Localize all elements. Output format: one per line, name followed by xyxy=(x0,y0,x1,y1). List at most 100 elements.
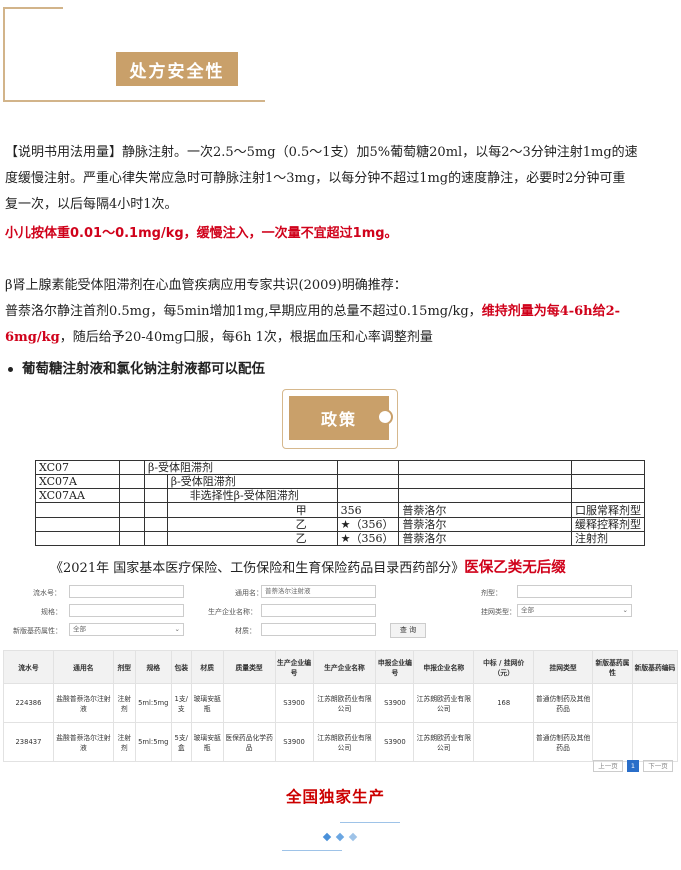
col-header: 申报企业名称 xyxy=(413,650,475,684)
compatibility-bullet: 葡萄糖注射液和氯化钠注射液都可以配伍 xyxy=(8,357,265,381)
consensus-line-1: β肾上腺素能受体阻滞剂在心血管疾病应用专家共识(2009)明确推荐： xyxy=(5,278,407,293)
atc-class: β-受体阻滞剂 xyxy=(143,459,338,476)
cell: 普通仿制药及其他药品 xyxy=(533,722,594,762)
generic-label: 通用名： xyxy=(235,589,263,597)
cell: 江苏朗欧药业有限公司 xyxy=(413,722,475,762)
atc-cell xyxy=(571,474,645,490)
col-header: 剂型 xyxy=(112,650,136,684)
cell: 江苏朗欧药业有限公司 xyxy=(413,683,475,723)
dosage-label: 剂型： xyxy=(481,589,502,597)
listing-select[interactable]: 全部 ⌄ xyxy=(517,604,632,617)
table-row[interactable]: 238437 盐酸普萘洛尔注射液 注射剂 5ml:5mg 5支/盒 玻璃安瓿瓶 … xyxy=(3,722,679,762)
dosage-input[interactable] xyxy=(517,585,632,598)
next-page-button[interactable]: 下一页 xyxy=(643,760,673,772)
col-header: 申报企业编号 xyxy=(375,650,415,684)
col-header: 通用名 xyxy=(52,650,114,684)
col-header: 流水号 xyxy=(3,650,54,684)
cell: 医保药品化学药品 xyxy=(222,722,276,762)
cell: 江苏朗欧药业有限公司 xyxy=(312,683,377,723)
spec-input[interactable] xyxy=(69,604,184,617)
cell: S3900 xyxy=(375,722,415,762)
deco-line-top xyxy=(340,822,400,823)
atc-cell xyxy=(118,502,145,518)
manufacturer-input[interactable] xyxy=(261,604,376,617)
dosage-line-2: 度缓慢注射。严重心律失常应急时可静脉注射1～3mg，以每分钟不超过1mg的速度静… xyxy=(5,171,626,186)
atc-class: 非选择性β-受体阻滞剂 xyxy=(166,488,338,504)
col-header: 新版基药属性 xyxy=(592,650,633,684)
cell: 普通仿制药及其他药品 xyxy=(533,683,594,723)
chevron-down-icon: ⌄ xyxy=(622,606,628,614)
query-button[interactable]: 查 询 xyxy=(390,623,426,638)
atc-row: XC07AA 非选择性β-受体阻滞剂 xyxy=(35,488,645,504)
dosage-line-1: 【说明书用法用量】静脉注射。一次2.5～5mg（0.5～1支）加5%葡萄糖20m… xyxy=(5,145,638,160)
caption-highlight: 医保乙类无后缀 xyxy=(464,559,566,576)
atc-cell xyxy=(143,474,168,490)
col-header: 生产企业名称 xyxy=(312,650,377,684)
consensus-line-3: 6mg/kg，随后给予20-40mg口服，每6h 1次，根据血压和心率调整剂量 xyxy=(5,325,677,351)
atc-cell xyxy=(118,516,145,532)
result-table: 流水号 通用名 剂型 规格 包装 材质 质量类型 生产企业编号 生产企业名称 申… xyxy=(3,650,679,762)
material-input[interactable] xyxy=(261,623,376,636)
cell: 盐酸普萘洛尔注射液 xyxy=(52,722,114,762)
diamond-icon xyxy=(335,832,345,842)
cell: 玻璃安瓿瓶 xyxy=(190,722,224,762)
atc-cell xyxy=(118,459,145,476)
consensus-line-3-text: ，随后给予20-40mg口服，每6h 1次，根据血压和心率调整剂量 xyxy=(59,330,433,345)
diamond-icon xyxy=(348,832,358,842)
catalog-caption: 《2021年 国家基本医疗保险、工伤保险和生育保险药品目录西药部分》医保乙类无后… xyxy=(50,556,566,577)
maintenance-dose-cont: 6mg/kg xyxy=(5,330,60,345)
cell: 224386 xyxy=(3,683,54,723)
cell xyxy=(592,683,633,723)
cell xyxy=(631,683,679,723)
col-header: 质量类型 xyxy=(222,650,276,684)
caption-text: 《2021年 国家基本医疗保险、工伤保险和生育保险药品目录西药部分》 xyxy=(50,561,465,576)
serial-label: 流水号： xyxy=(33,589,61,597)
col-header: 新版基药编码 xyxy=(631,650,679,684)
atc-cell xyxy=(143,530,168,547)
material-label: 材质： xyxy=(235,627,256,635)
atc-cell xyxy=(398,474,572,490)
col-header: 生产企业编号 xyxy=(274,650,314,684)
maintenance-dose: 维持剂量为每4-6h给2- xyxy=(481,304,621,319)
col-header: 挂网类型 xyxy=(533,650,594,684)
atc-drug-name: 普萘洛尔 xyxy=(398,502,572,518)
consensus-line-2: 普萘洛尔静注首剂0.5mg，每5min增加1mg,早期应用的总量不超过0.15m… xyxy=(5,299,677,325)
atc-category: 甲 xyxy=(166,502,338,518)
atc-category: 乙 xyxy=(166,516,338,532)
cell: 玻璃安瓿瓶 xyxy=(190,683,224,723)
policy-button[interactable]: 政策 xyxy=(289,396,389,440)
cell xyxy=(222,683,276,723)
atc-dosage-form: 缓释控释剂型 xyxy=(571,516,645,532)
policy-dot-icon xyxy=(377,409,393,425)
prev-page-button[interactable]: 上一页 xyxy=(593,760,623,772)
atc-dosage-form: 口服常释剂型 xyxy=(571,502,645,518)
atc-class: β-受体阻滞剂 xyxy=(166,474,338,490)
atc-cell xyxy=(336,474,400,490)
atc-cell xyxy=(571,488,645,504)
atc-cell xyxy=(118,530,145,547)
atc-cell xyxy=(398,459,572,476)
atc-catalog-table: XC07 β-受体阻滞剂 XC07A β-受体阻滞剂 XC07AA 非选择性β-受体阻… xyxy=(35,459,645,547)
atc-cell xyxy=(571,459,645,476)
atc-code: XC07A xyxy=(35,474,120,490)
cell: S3900 xyxy=(375,683,415,723)
diamond-icon xyxy=(322,832,332,842)
cell: 5支/盒 xyxy=(170,722,192,762)
cell xyxy=(473,722,535,762)
atc-number: ★（356） xyxy=(336,530,400,547)
cell: 168 xyxy=(473,683,535,723)
generic-input[interactable]: 普萘洛尔注射液 xyxy=(261,585,376,598)
table-row[interactable]: 224386 盐酸普萘洛尔注射液 注射剂 5ml:5mg 1支/支 玻璃安瓿瓶 … xyxy=(3,683,679,723)
atc-row: 乙 ★（356） 普萘洛尔 注射剂 xyxy=(35,530,645,547)
atc-dosage-form: 注射剂 xyxy=(571,530,645,547)
essential-select[interactable]: 全部 ⌄ xyxy=(69,623,184,636)
atc-cell xyxy=(336,488,400,504)
dosage-paragraph: 【说明书用法用量】静脉注射。一次2.5～5mg（0.5～1支）加5%葡萄糖20m… xyxy=(5,140,677,218)
cell: S3900 xyxy=(274,683,314,723)
atc-number: 356 xyxy=(336,502,400,518)
atc-cell xyxy=(398,488,572,504)
current-page-button[interactable]: 1 xyxy=(627,760,639,772)
chevron-down-icon: ⌄ xyxy=(174,625,180,633)
atc-row: 甲 356 普萘洛尔 口服常释剂型 xyxy=(35,502,645,518)
serial-input[interactable] xyxy=(69,585,184,598)
